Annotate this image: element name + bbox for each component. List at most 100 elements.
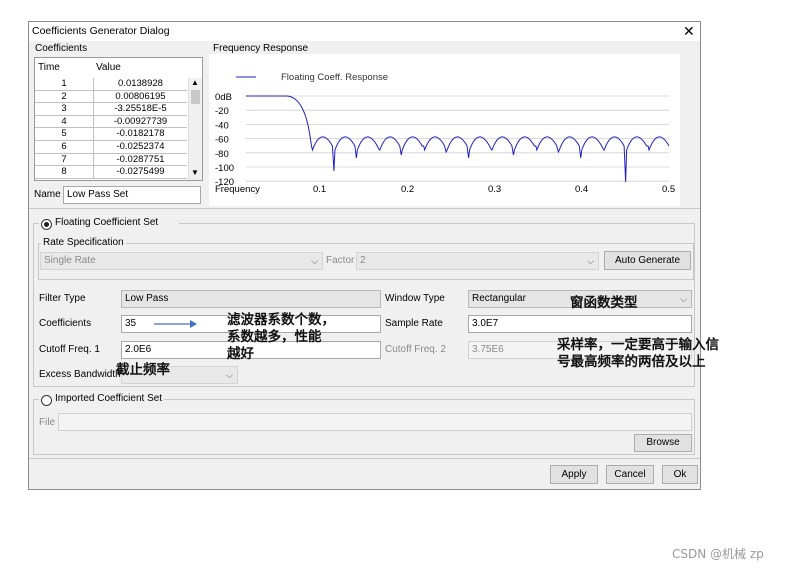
factor-label: Factor [326, 255, 355, 266]
frequency-response-label: Frequency Response [213, 43, 309, 54]
close-icon[interactable]: ✕ [683, 23, 695, 39]
window-type-label: Window Type [385, 293, 445, 304]
cutoff1-label: Cutoff Freq. 1 [39, 344, 100, 355]
imported-radio-label: Imported Coefficient Set [55, 393, 163, 404]
time-cell: 8 [35, 166, 94, 178]
x-tick-label: 0.2 [401, 184, 414, 195]
dialog-title: Coefficients Generator Dialog [32, 25, 170, 37]
file-input[interactable] [58, 413, 692, 431]
x-axis-label: Frequency [215, 184, 260, 195]
ok-button[interactable]: Ok [662, 465, 698, 484]
x-tick-label: 0.5 [662, 184, 675, 195]
value-cell: 0.0138928 [118, 78, 163, 89]
value-cell: -0.0287751 [116, 153, 165, 165]
time-cell: 6 [35, 141, 94, 153]
value-cell: -0.00927739 [113, 115, 168, 127]
floating-radio-row[interactable]: Floating Coefficient Set [39, 217, 179, 230]
table-row[interactable]: 2 0.00806195 [35, 90, 187, 104]
window-annotation: 窗函数类型 [570, 295, 638, 311]
y-tick-label: -80 [215, 149, 229, 160]
filter-type-value: Low Pass [125, 293, 169, 304]
name-label: Name [34, 189, 61, 200]
table-row[interactable]: 3 -3.25518E-5 [35, 103, 187, 116]
sample-rate-annotation: 采样率，一定要高于输入信 号最高频率的两倍及以上 [557, 337, 719, 371]
rate-select-value: Single Rate [44, 255, 96, 266]
scroll-up-icon[interactable]: ▲ [191, 78, 199, 87]
rate-spec-label: Rate Specification [41, 237, 126, 248]
coefficients-count-label: Coefficients [39, 318, 92, 329]
coef-note-line1: 滤波器系数个数， [227, 312, 335, 328]
auto-generate-button[interactable]: Auto Generate [604, 251, 691, 270]
arrow-icon [154, 320, 197, 328]
coefficients-annotation: 滤波器系数个数， 系数越多，性能 越好 [227, 312, 335, 363]
table-row[interactable]: 7 -0.0287751 [35, 153, 187, 167]
table-scrollbar[interactable]: ▲ ▼ [188, 78, 202, 180]
col-time-header: Time [38, 58, 60, 77]
value-cell: -0.0182178 [116, 128, 165, 140]
scroll-down-icon[interactable]: ▼ [191, 168, 199, 177]
chevron-down-icon: ⌵ [311, 256, 318, 266]
divider [29, 208, 700, 209]
x-tick-label: 0.4 [575, 184, 588, 195]
value-cell: -3.25518E-5 [114, 103, 167, 115]
frequency-response-chart: Floating Coeff. Response 0dB -20 -40 -60 -80… [215, 72, 675, 195]
scroll-thumb[interactable] [191, 90, 200, 104]
table-row[interactable]: 8 -0.0275499 [35, 166, 187, 179]
time-cell: 1 [35, 78, 94, 90]
y-tick-label: 0dB [215, 92, 232, 103]
filter-type-label: Filter Type [39, 293, 86, 304]
title-bar: Coefficients Generator Dialog ✕ [29, 22, 700, 41]
cutoff-annotation: 截止频率 [116, 362, 170, 378]
chevron-down-icon: ⌵ [226, 370, 233, 380]
cutoff2-label: Cutoff Freq. 2 [385, 344, 446, 355]
y-tick-label: -100 [215, 163, 234, 174]
filter-type-select[interactable]: Low Pass [121, 290, 381, 308]
file-label: File [39, 417, 56, 428]
name-input[interactable]: Low Pass Set [63, 186, 201, 204]
browse-button[interactable]: Browse [634, 434, 692, 452]
imported-radio[interactable] [41, 395, 52, 406]
value-cell: -0.0275499 [116, 166, 165, 178]
window-type-value: Rectangular [472, 293, 526, 304]
table-row[interactable]: 5 -0.0182178 [35, 128, 187, 141]
sample-rate-label: Sample Rate [385, 318, 443, 329]
time-cell: 4 [35, 115, 94, 128]
x-tick-label: 0.1 [313, 184, 326, 195]
coefficients-table: Time Value 1 0.0138928 2 0.00806195 3 -3.2551… [34, 57, 203, 181]
floating-radio-label: Floating Coefficient Set [55, 217, 159, 228]
y-tick-label: -40 [215, 120, 229, 131]
legend-label: Floating Coeff. Response [281, 72, 388, 83]
col-value-header: Value [96, 58, 121, 77]
time-cell: 5 [35, 128, 94, 140]
sample-note-line2: 号最高频率的两倍及以上 [557, 354, 706, 370]
frequency-response-panel: Floating Coeff. Response 0dB -20 -40 -60 -80… [209, 54, 680, 206]
time-cell: 2 [35, 90, 94, 103]
sample-rate-input[interactable]: 3.0E7 [468, 315, 692, 333]
value-cell: -0.0252374 [116, 141, 165, 152]
table-row[interactable]: 4 -0.00927739 [35, 115, 187, 129]
watermark: CSDN @机械 zp [672, 547, 764, 561]
y-tick-label: -20 [215, 106, 229, 117]
table-row[interactable]: 6 -0.0252374 [35, 141, 187, 154]
table-row[interactable]: 1 0.0138928 [35, 78, 187, 91]
factor-select-value: 2 [360, 255, 366, 266]
divider [29, 458, 700, 459]
chevron-down-icon: ⌵ [680, 294, 687, 304]
coef-note-line3: 越好 [227, 346, 254, 362]
coefficients-group-label: Coefficients [35, 43, 88, 54]
value-cell: 0.00806195 [115, 90, 166, 102]
y-tick-label: -60 [215, 135, 229, 146]
chevron-down-icon: ⌵ [587, 256, 594, 266]
time-cell: 7 [35, 153, 94, 166]
factor-select[interactable]: 2 ⌵ [356, 252, 599, 270]
excess-bandwidth-label: Excess Bandwidth [39, 369, 121, 380]
apply-button[interactable]: Apply [550, 465, 598, 484]
coefficients-generator-dialog: Coefficients Generator Dialog ✕ Coeffici… [28, 21, 701, 490]
x-tick-label: 0.3 [488, 184, 501, 195]
imported-radio-row[interactable]: Imported Coefficient Set [39, 393, 164, 406]
rate-select[interactable]: Single Rate ⌵ [40, 252, 323, 270]
time-cell: 3 [35, 103, 94, 115]
cancel-button[interactable]: Cancel [606, 465, 654, 484]
floating-radio[interactable] [41, 219, 52, 230]
coef-note-line2: 系数越多，性能 [227, 329, 322, 345]
